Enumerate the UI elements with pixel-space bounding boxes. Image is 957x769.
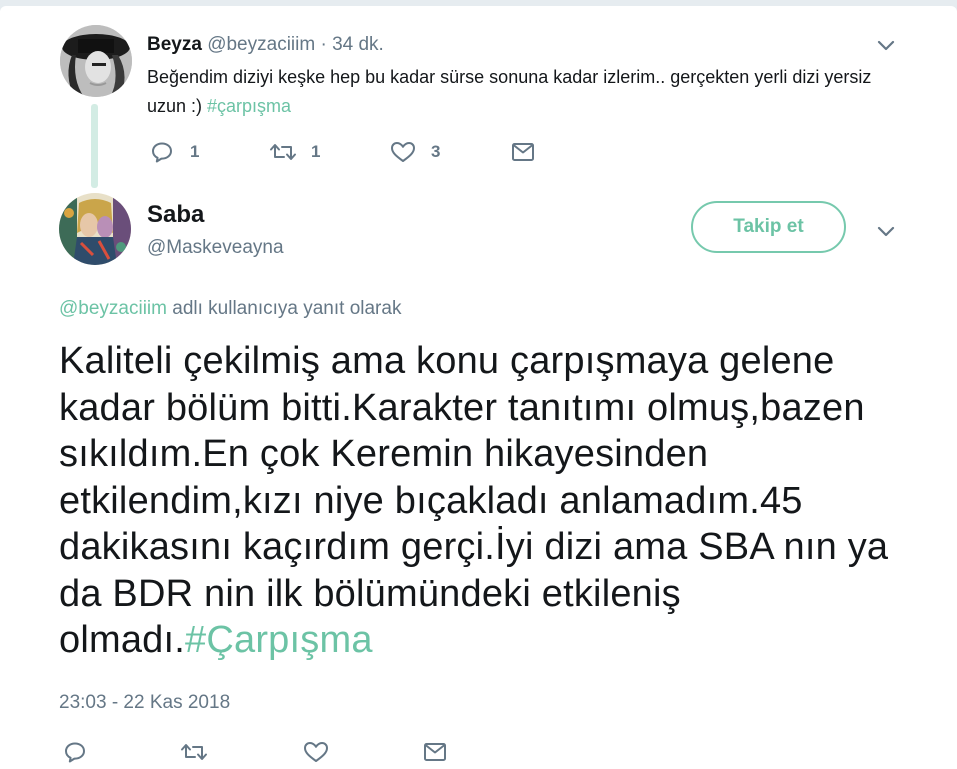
tweet-time[interactable]: 34 dk. [332, 34, 384, 55]
author-name[interactable]: Beyza [147, 34, 202, 55]
reply-button[interactable] [63, 739, 87, 765]
hashtag-link[interactable]: #çarpışma [207, 96, 291, 116]
retweet-button[interactable] [180, 739, 208, 765]
tweet-text-body: Kaliteli çekilmiş ama konu çarpışmaya ge… [59, 340, 889, 661]
reply-context: @beyzaciiim adlı kullanıcıya yanıt olara… [59, 298, 401, 320]
reply-icon [152, 142, 172, 163]
mention-link[interactable]: @beyzaciiim [59, 298, 167, 319]
author-handle[interactable]: @beyzaciiim [207, 34, 315, 55]
parent-tweet-header: Beyza @beyzaciiim · 34 dk. [147, 33, 384, 57]
author-handle[interactable]: @Maskeveayna [147, 237, 284, 259]
thread-connector [91, 104, 98, 188]
main-tweet-actions [63, 739, 463, 765]
like-button[interactable]: 3 [390, 139, 440, 165]
tweet-card: Beyza @beyzaciiim · 34 dk. Beğendim dizi… [0, 6, 957, 769]
avatar[interactable] [60, 25, 132, 97]
reply-context-label: adlı kullanıcıya yanıt olarak [166, 298, 402, 319]
chevron-down-icon[interactable] [877, 226, 895, 238]
like-count: 3 [431, 142, 441, 161]
dm-button[interactable] [511, 139, 535, 165]
envelope-icon [424, 743, 446, 761]
separator: · [320, 34, 327, 55]
follow-button[interactable]: Takip et [691, 201, 846, 253]
retweet-button[interactable]: 1 [269, 139, 320, 165]
parent-tweet-text: Beğendim diziyi keşke hep bu kadar sürse… [147, 63, 907, 121]
parent-tweet-actions: 1 1 3 [147, 139, 547, 165]
tweet-timestamp[interactable]: 23:03 - 22 Kas 2018 [59, 692, 230, 714]
retweet-count: 1 [311, 142, 321, 161]
chevron-down-icon[interactable] [877, 40, 895, 52]
envelope-icon [512, 143, 534, 161]
avatar[interactable] [59, 193, 131, 265]
like-button[interactable] [303, 739, 329, 765]
retweet-icon [181, 744, 207, 760]
reply-count: 1 [190, 142, 200, 161]
hashtag-link[interactable]: #Çarpışma [185, 619, 373, 661]
heart-icon [304, 742, 328, 762]
heart-icon [391, 142, 415, 162]
main-tweet-text: Kaliteli çekilmiş ama konu çarpışmaya ge… [59, 338, 929, 664]
retweet-icon [270, 144, 296, 160]
reply-icon [65, 742, 85, 763]
reply-button[interactable]: 1 [150, 139, 199, 165]
author-name[interactable]: Saba [147, 201, 204, 229]
dm-button[interactable] [423, 739, 447, 765]
